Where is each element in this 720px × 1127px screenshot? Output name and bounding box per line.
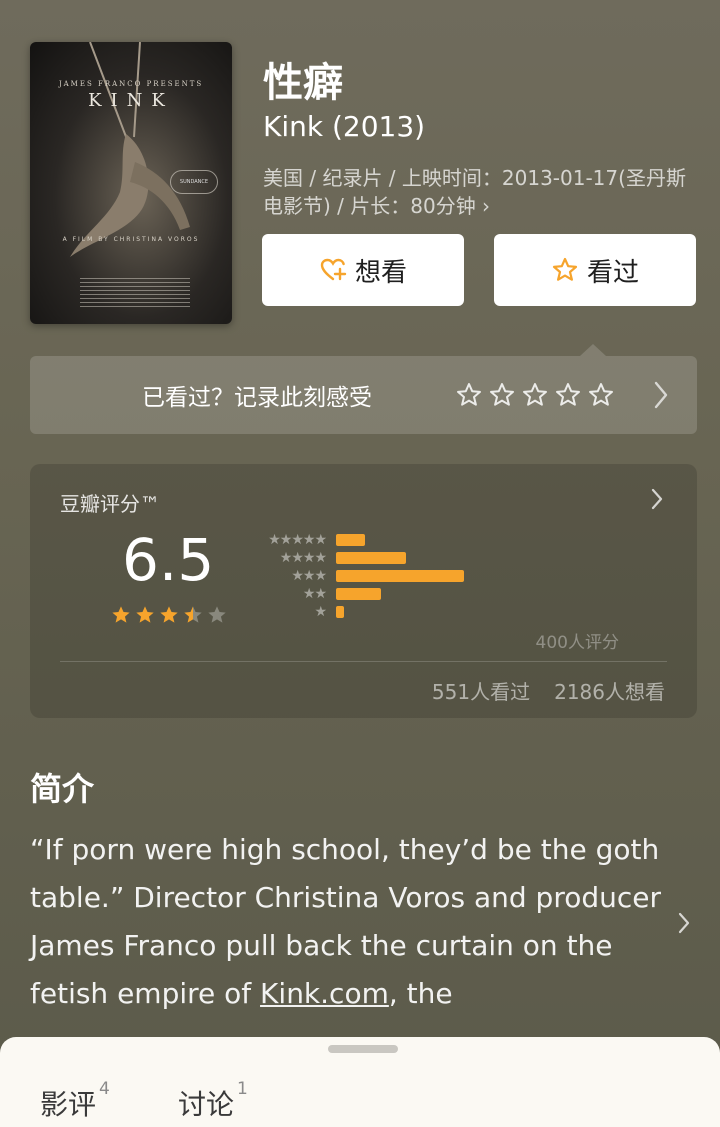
distribution-row-1-star: ★ — [254, 604, 344, 620]
want-count[interactable]: 2186人想看 — [554, 676, 665, 705]
poster-title-text: KINK — [88, 90, 174, 111]
synopsis-title: 简介 — [30, 770, 95, 808]
chevron-right-icon[interactable] — [678, 912, 690, 934]
synopsis-link[interactable]: Kink.com — [260, 977, 389, 1010]
synopsis-body-tail: , the — [388, 977, 453, 1010]
movie-original-title: Kink (2013) — [263, 110, 426, 143]
rate-prompt-text: 已看过？记录此刻感受 — [142, 385, 372, 411]
rating-card[interactable]: 豆瓣评分™ 6.5 ★ ★ ★ ★ ★ ★ ★ ★ ★ ★ ★ ★ ★ ★ ★ 400人评分 551人看过 … — [30, 464, 697, 718]
rating-stars — [110, 604, 228, 626]
distribution-row-5-star: ★ ★ ★ ★ ★ — [254, 532, 365, 548]
synopsis-text[interactable]: “If porn were high school, they’d be the… — [30, 826, 670, 1018]
distribution-star-label: ★ — [314, 604, 327, 620]
star-outline-icon — [552, 257, 578, 281]
distribution-bar — [336, 570, 464, 582]
rate-star-5-icon[interactable] — [587, 381, 615, 409]
movie-poster[interactable]: JAMES FRANCO PRESENTS KINK SUNDANCE A FI… — [30, 42, 232, 324]
distribution-bar — [336, 588, 381, 600]
rate-star-2-icon[interactable] — [488, 381, 516, 409]
rate-prompt-bar[interactable]: 已看过？记录此刻感受 — [30, 356, 697, 434]
chevron-right-icon — [654, 381, 668, 409]
watched-button[interactable]: 看过 — [494, 234, 696, 306]
tab-reviews-count: 4 — [99, 1079, 110, 1099]
rate-star-3-icon[interactable] — [521, 381, 549, 409]
score-star-4-icon — [184, 606, 202, 623]
rating-count: 400人评分 — [535, 633, 619, 653]
distribution-row-2-star: ★ ★ — [254, 586, 381, 602]
poster-credit-text: A FILM BY CHRISTINA VOROS — [62, 236, 200, 243]
score-star-5-icon — [208, 606, 226, 623]
score-star-3-icon — [160, 606, 178, 623]
rating-score: 6.5 — [122, 526, 215, 594]
bottom-sheet[interactable]: 影评 4 讨论 1 — [0, 1037, 720, 1127]
score-star-2-icon — [136, 606, 154, 623]
rating-divider — [60, 661, 667, 662]
movie-meta-info[interactable]: 美国 / 纪录片 / 上映时间：2013-01-17(圣丹斯电影节) / 片长：… — [263, 164, 693, 220]
tab-reviews-label: 影评 — [40, 1088, 97, 1121]
distribution-row-4-star: ★ ★ ★ ★ — [254, 550, 406, 566]
distribution-star-label: ★ ★ ★ — [291, 568, 327, 584]
rate-stars-input[interactable] — [455, 381, 615, 409]
rate-bar-pointer — [580, 344, 606, 356]
movie-title: 性癖 — [263, 60, 343, 106]
tab-discussion-label: 讨论 — [178, 1088, 235, 1121]
want-to-watch-label: 想看 — [354, 257, 407, 288]
rating-stats: 551人看过 2186人想看 — [432, 676, 665, 705]
distribution-row-3-star: ★ ★ ★ — [254, 568, 464, 584]
poster-billing-block — [80, 278, 190, 308]
tab-reviews[interactable]: 影评 4 — [40, 1079, 110, 1123]
rating-label: 豆瓣评分™ — [60, 492, 160, 516]
poster-presents-text: JAMES FRANCO PRESENTS — [58, 80, 204, 88]
tab-discussion-count: 1 — [237, 1079, 248, 1099]
distribution-bar — [336, 552, 406, 564]
rate-star-1-icon[interactable] — [455, 381, 483, 409]
watched-label: 看过 — [586, 257, 639, 288]
chevron-right-icon — [651, 488, 663, 510]
tab-discussion[interactable]: 讨论 1 — [178, 1079, 248, 1123]
rate-star-4-icon[interactable] — [554, 381, 582, 409]
heart-plus-icon — [320, 258, 347, 281]
distribution-star-label: ★ ★ ★ ★ ★ — [268, 532, 327, 548]
seen-count[interactable]: 551人看过 — [432, 676, 530, 705]
distribution-star-label: ★ ★ — [302, 586, 327, 602]
distribution-bar — [336, 606, 344, 618]
distribution-bar — [336, 534, 365, 546]
sheet-drag-handle[interactable] — [328, 1045, 398, 1053]
poster-laurel: SUNDANCE — [170, 170, 218, 194]
distribution-star-label: ★ ★ ★ ★ — [279, 550, 327, 566]
want-to-watch-button[interactable]: 想看 — [262, 234, 464, 306]
score-star-1-icon — [112, 606, 130, 623]
